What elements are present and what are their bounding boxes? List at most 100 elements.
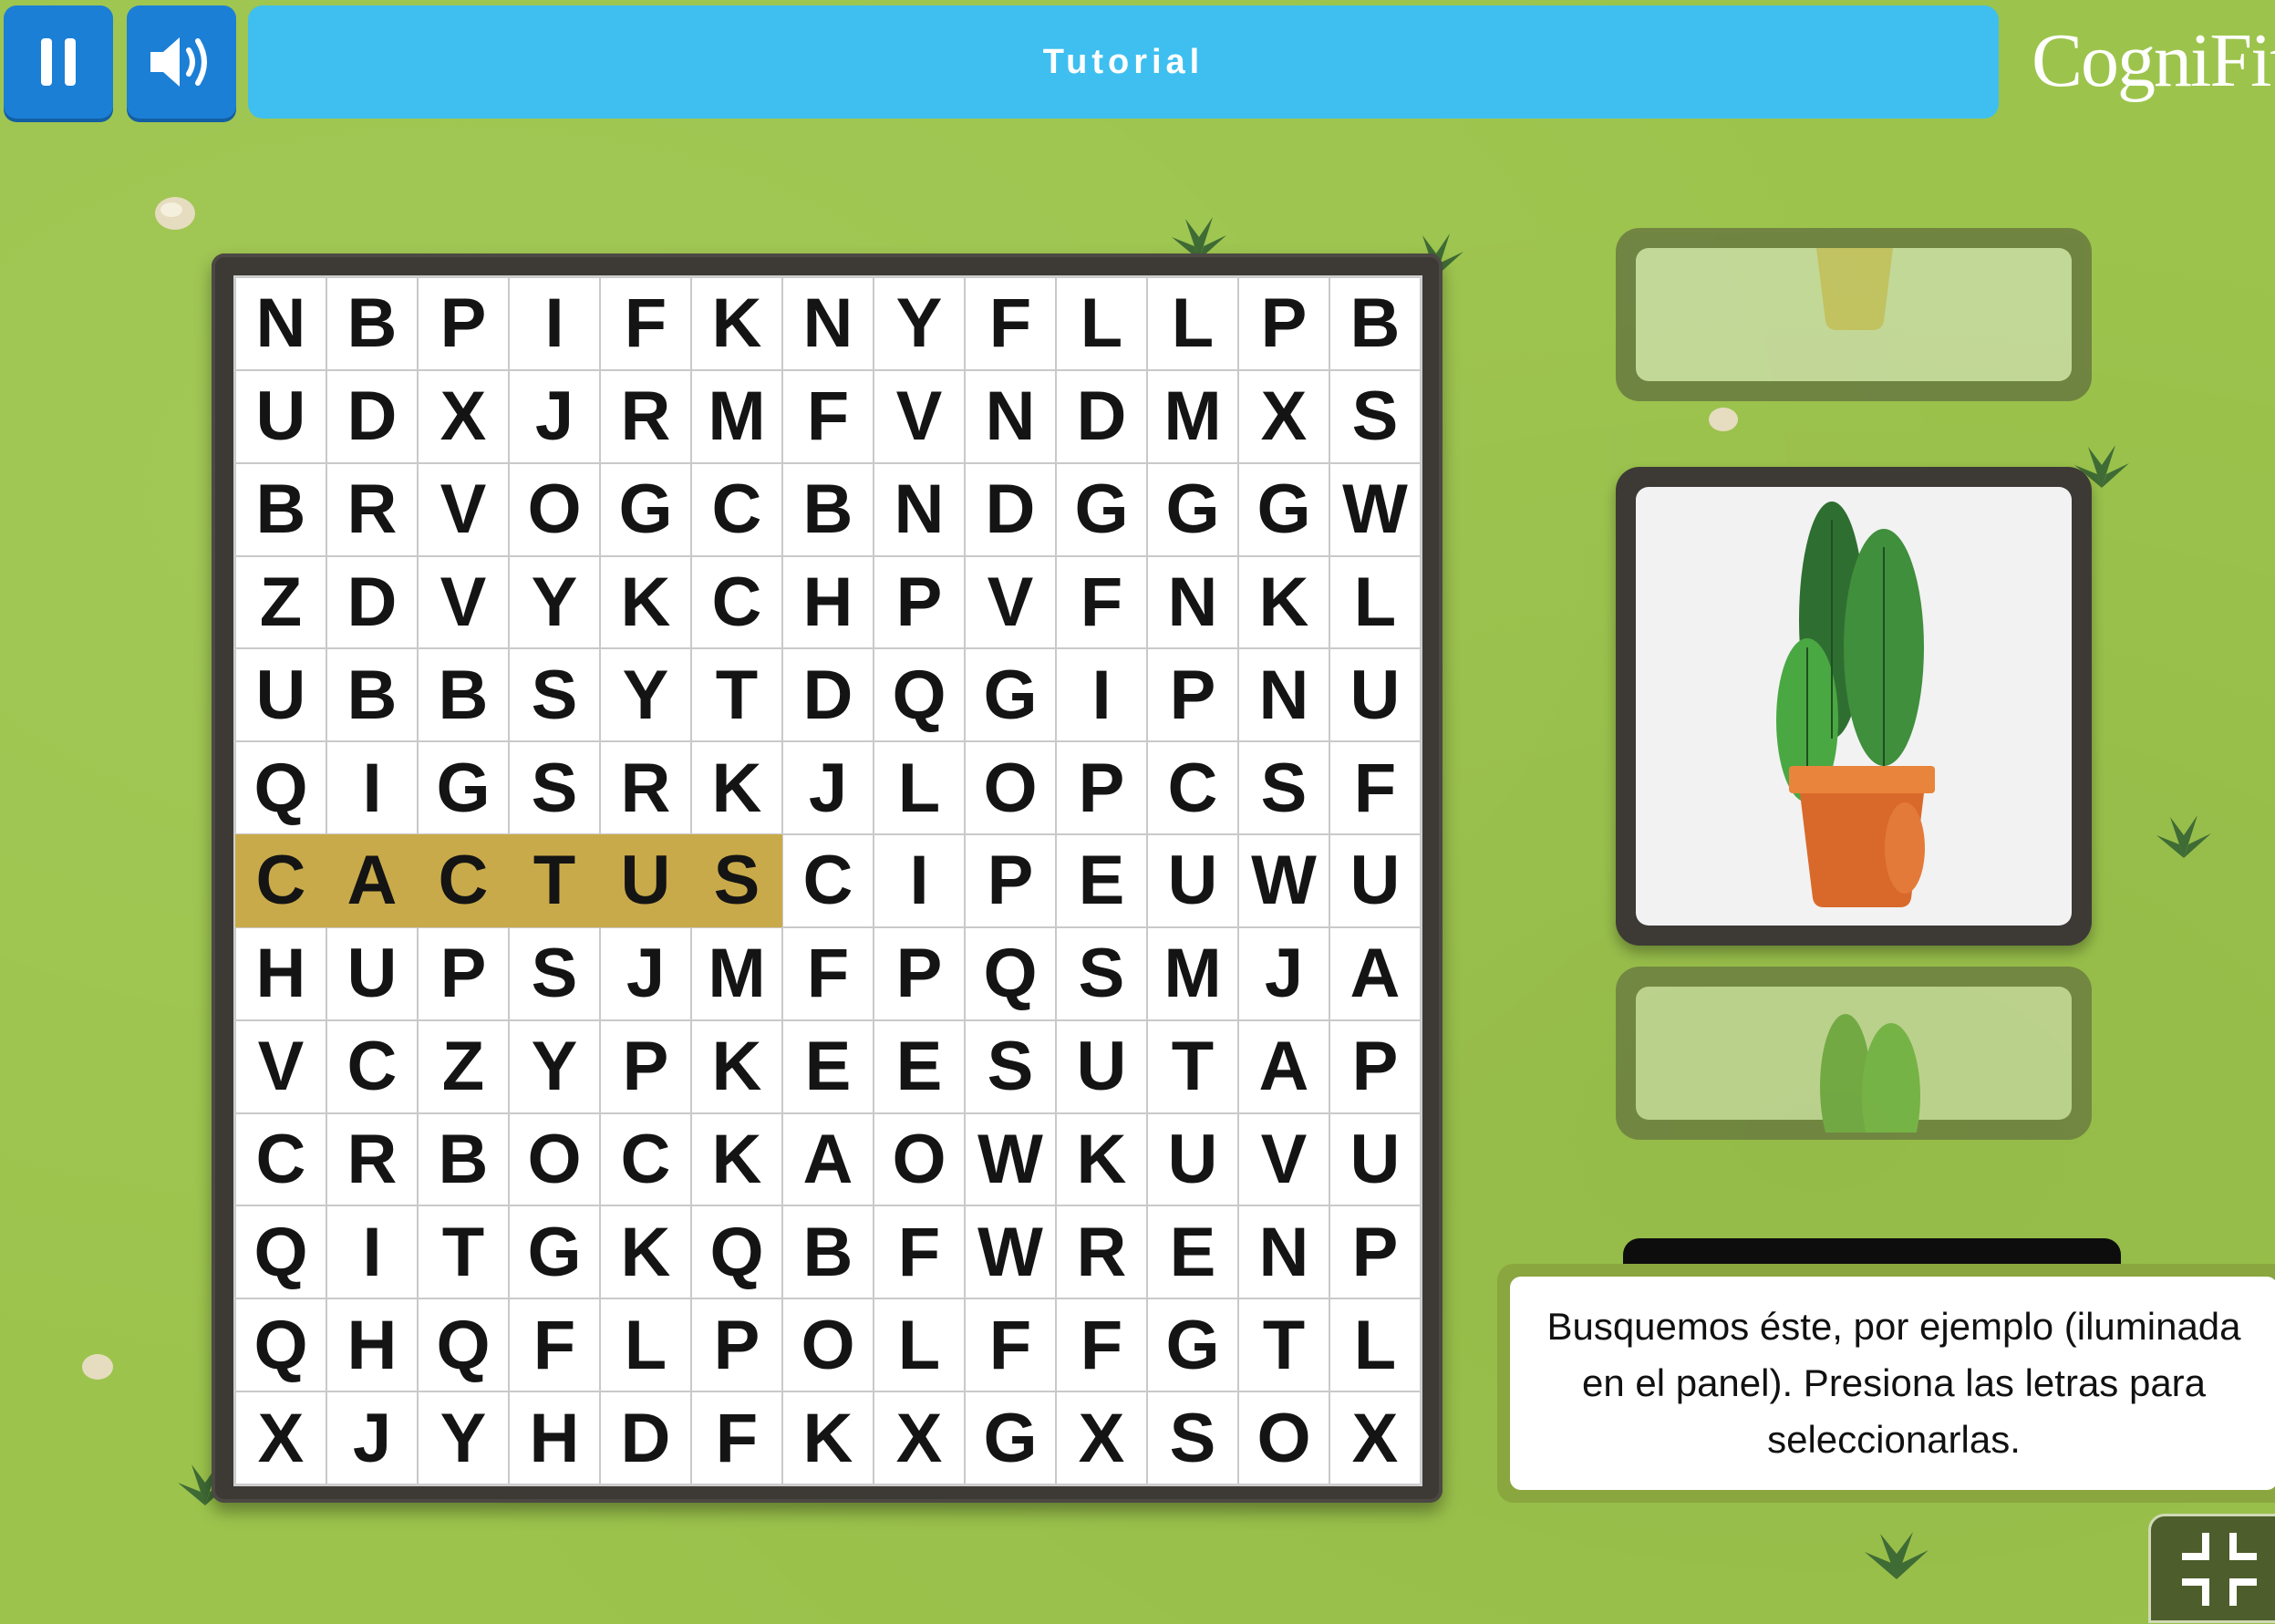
letter-cell[interactable]: L bbox=[1329, 1298, 1421, 1392]
letter-cell[interactable]: W bbox=[965, 1205, 1056, 1299]
letter-cell[interactable]: T bbox=[691, 648, 782, 742]
letter-cell[interactable]: Q bbox=[235, 1298, 326, 1392]
letter-cell[interactable]: F bbox=[509, 1298, 600, 1392]
letter-cell[interactable]: E bbox=[1056, 834, 1147, 927]
letter-cell[interactable]: T bbox=[1238, 1298, 1329, 1392]
letter-cell[interactable]: W bbox=[965, 1112, 1056, 1206]
letter-cell[interactable]: F bbox=[965, 277, 1056, 370]
letter-cell[interactable]: M bbox=[691, 369, 782, 463]
letter-cell[interactable]: U bbox=[326, 926, 418, 1020]
letter-cell[interactable]: C bbox=[326, 1019, 418, 1113]
pause-button[interactable] bbox=[4, 5, 113, 119]
letter-cell[interactable]: G bbox=[509, 1205, 600, 1299]
letter-cell[interactable]: P bbox=[965, 834, 1056, 927]
letter-cell[interactable]: S bbox=[509, 741, 600, 835]
letter-cell[interactable]: I bbox=[509, 277, 600, 370]
letter-cell[interactable]: U bbox=[235, 369, 326, 463]
letter-cell[interactable]: N bbox=[235, 277, 326, 370]
letter-cell[interactable]: D bbox=[965, 462, 1056, 556]
letter-cell[interactable]: E bbox=[782, 1019, 874, 1113]
letter-cell[interactable]: I bbox=[1056, 648, 1147, 742]
letter-cell[interactable]: P bbox=[1329, 1019, 1421, 1113]
letter-cell[interactable]: F bbox=[782, 369, 874, 463]
letter-cell[interactable]: N bbox=[1147, 555, 1238, 649]
fullscreen-button[interactable] bbox=[2148, 1514, 2275, 1623]
letter-cell[interactable]: Q bbox=[874, 648, 965, 742]
letter-cell[interactable]: H bbox=[782, 555, 874, 649]
letter-cell[interactable]: K bbox=[691, 1019, 782, 1113]
letter-cell[interactable]: M bbox=[691, 926, 782, 1020]
letter-cell[interactable]: T bbox=[418, 1205, 509, 1299]
letter-cell[interactable]: E bbox=[874, 1019, 965, 1113]
letter-cell[interactable]: S bbox=[1147, 1391, 1238, 1484]
letter-cell[interactable]: Z bbox=[235, 555, 326, 649]
letter-cell[interactable]: V bbox=[235, 1019, 326, 1113]
letter-cell[interactable]: B bbox=[1329, 277, 1421, 370]
letter-cell[interactable]: K bbox=[691, 1112, 782, 1206]
letter-cell[interactable]: C bbox=[235, 1112, 326, 1206]
letter-cell[interactable]: G bbox=[965, 648, 1056, 742]
letter-cell[interactable]: X bbox=[874, 1391, 965, 1484]
letter-cell[interactable]: C bbox=[691, 555, 782, 649]
letter-cell[interactable]: C bbox=[691, 462, 782, 556]
letter-cell[interactable]: S bbox=[509, 648, 600, 742]
letter-cell[interactable]: V bbox=[418, 555, 509, 649]
letter-cell[interactable]: W bbox=[1329, 462, 1421, 556]
letter-cell[interactable]: J bbox=[509, 369, 600, 463]
letter-cell[interactable]: Q bbox=[965, 926, 1056, 1020]
letter-cell[interactable]: P bbox=[418, 926, 509, 1020]
letter-cell[interactable]: F bbox=[1056, 555, 1147, 649]
letter-cell[interactable]: O bbox=[1238, 1391, 1329, 1484]
letter-cell[interactable]: R bbox=[600, 369, 691, 463]
letter-cell[interactable]: B bbox=[782, 462, 874, 556]
letter-cell[interactable]: B bbox=[326, 648, 418, 742]
letter-cell[interactable]: F bbox=[1056, 1298, 1147, 1392]
letter-cell[interactable]: L bbox=[874, 741, 965, 835]
letter-cell[interactable]: V bbox=[874, 369, 965, 463]
letter-cell[interactable]: G bbox=[1147, 462, 1238, 556]
letter-cell[interactable]: X bbox=[1238, 369, 1329, 463]
letter-cell[interactable]: J bbox=[326, 1391, 418, 1484]
letter-cell[interactable]: P bbox=[874, 555, 965, 649]
letter-cell[interactable]: F bbox=[1329, 741, 1421, 835]
letter-cell[interactable]: F bbox=[691, 1391, 782, 1484]
letter-cell[interactable]: R bbox=[326, 462, 418, 556]
letter-cell[interactable]: D bbox=[1056, 369, 1147, 463]
letter-cell[interactable]: O bbox=[509, 462, 600, 556]
letter-cell[interactable]: P bbox=[691, 1298, 782, 1392]
letter-cell[interactable]: Y bbox=[874, 277, 965, 370]
letter-cell[interactable]: U bbox=[1329, 834, 1421, 927]
letter-cell[interactable]: Q bbox=[235, 1205, 326, 1299]
letter-cell[interactable]: U bbox=[1056, 1019, 1147, 1113]
letter-cell[interactable]: V bbox=[1238, 1112, 1329, 1206]
letter-cell[interactable]: U bbox=[1147, 1112, 1238, 1206]
letter-cell[interactable]: C bbox=[600, 1112, 691, 1206]
letter-cell[interactable]: D bbox=[600, 1391, 691, 1484]
letter-cell[interactable]: Q bbox=[418, 1298, 509, 1392]
letter-cell[interactable]: C bbox=[235, 834, 326, 927]
letter-cell[interactable]: R bbox=[600, 741, 691, 835]
letter-cell[interactable]: K bbox=[600, 555, 691, 649]
letter-cell[interactable]: L bbox=[600, 1298, 691, 1392]
letter-cell[interactable]: P bbox=[600, 1019, 691, 1113]
letter-cell[interactable]: E bbox=[1147, 1205, 1238, 1299]
letter-cell[interactable]: C bbox=[782, 834, 874, 927]
letter-cell[interactable]: H bbox=[509, 1391, 600, 1484]
letter-cell[interactable]: N bbox=[782, 277, 874, 370]
letter-cell[interactable]: U bbox=[1147, 834, 1238, 927]
letter-cell[interactable]: Y bbox=[509, 555, 600, 649]
letter-cell[interactable]: G bbox=[965, 1391, 1056, 1484]
letter-cell[interactable]: Q bbox=[235, 741, 326, 835]
letter-cell[interactable]: K bbox=[1056, 1112, 1147, 1206]
letter-cell[interactable]: O bbox=[874, 1112, 965, 1206]
letter-cell[interactable]: L bbox=[874, 1298, 965, 1392]
letter-cell[interactable]: R bbox=[326, 1112, 418, 1206]
letter-cell[interactable]: F bbox=[874, 1205, 965, 1299]
letter-cell[interactable]: G bbox=[1056, 462, 1147, 556]
letter-cell[interactable]: H bbox=[326, 1298, 418, 1392]
letter-cell[interactable]: K bbox=[1238, 555, 1329, 649]
letter-cell[interactable]: M bbox=[1147, 369, 1238, 463]
letter-cell[interactable]: L bbox=[1329, 555, 1421, 649]
letter-cell[interactable]: V bbox=[965, 555, 1056, 649]
letter-cell[interactable]: F bbox=[965, 1298, 1056, 1392]
